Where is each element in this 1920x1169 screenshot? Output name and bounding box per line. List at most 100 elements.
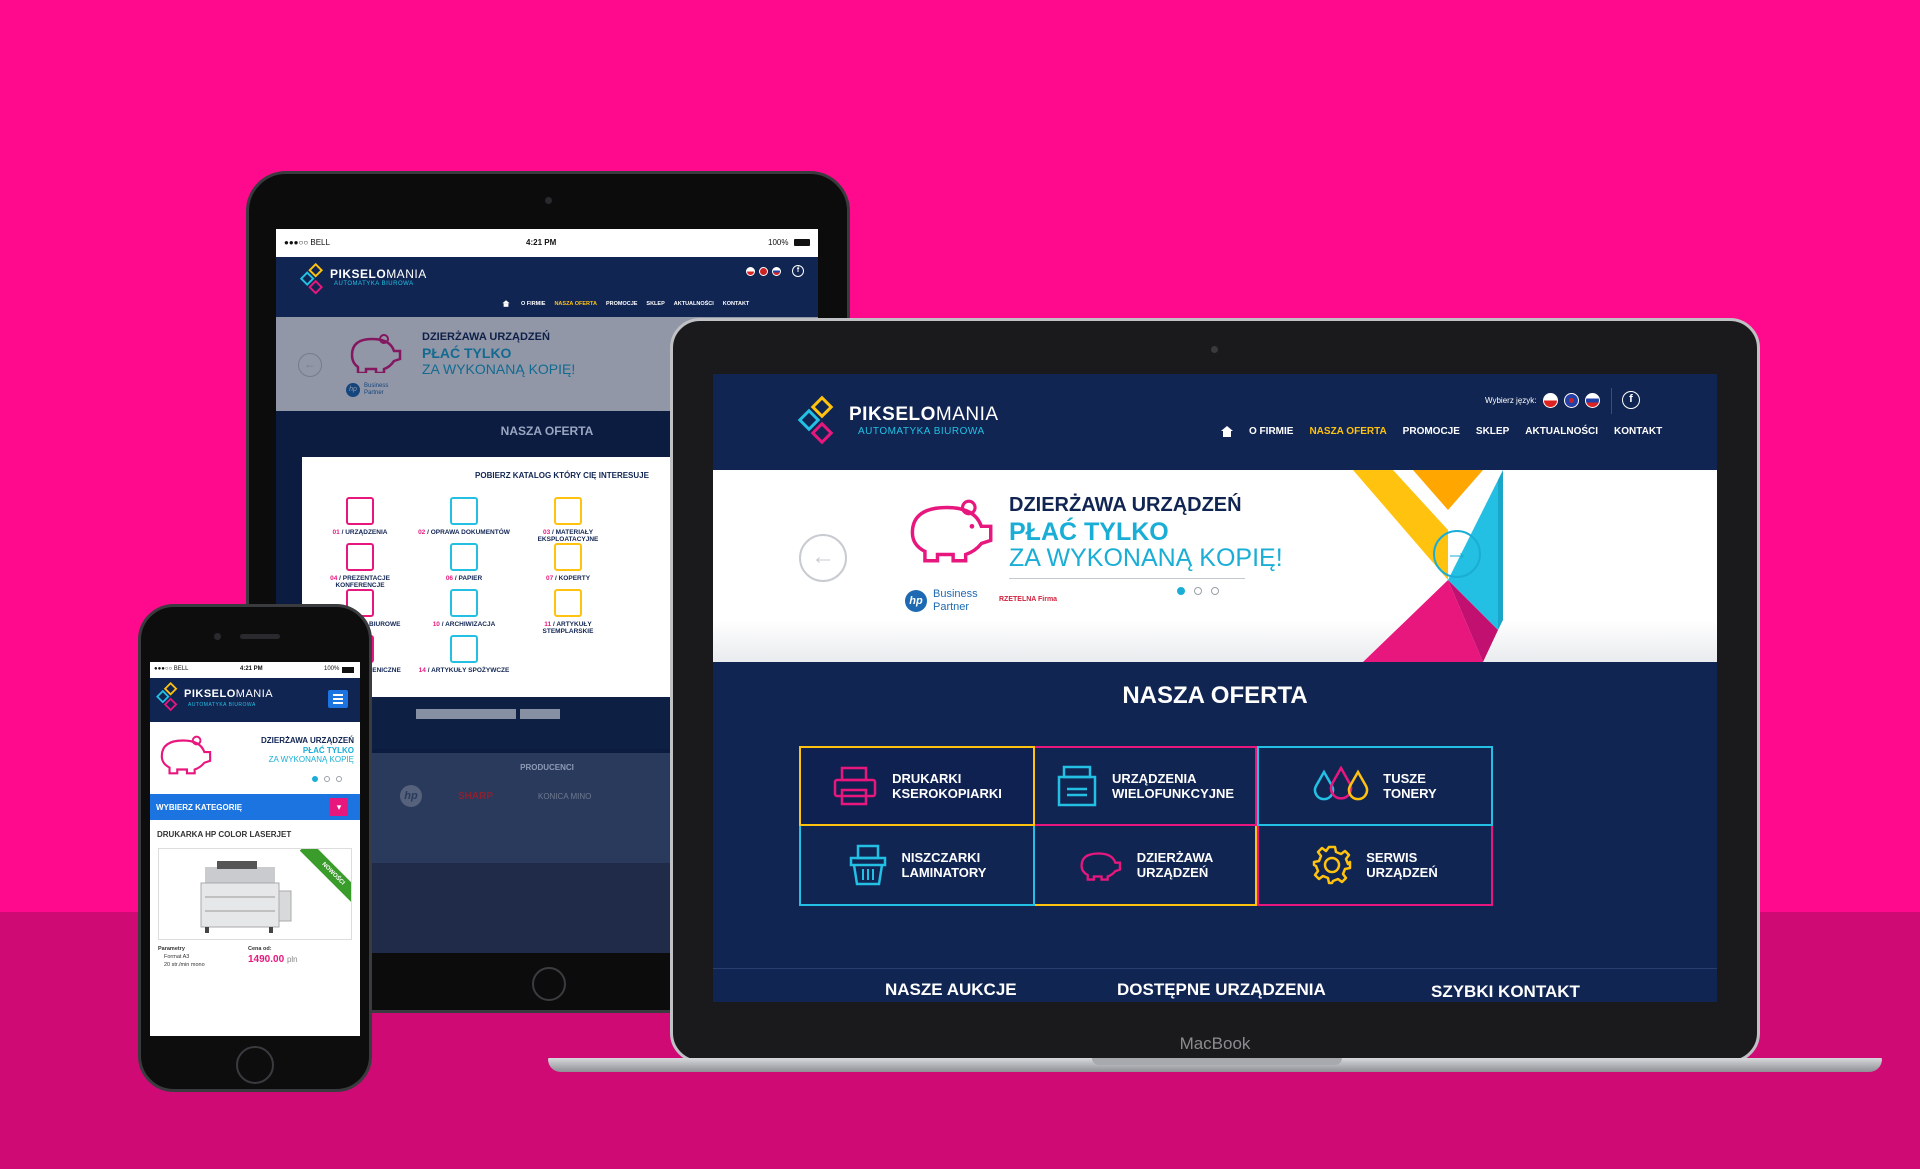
tile-dzierzawa-l2: URZĄDZEŃ [1136,865,1209,880]
tile-serwis[interactable]: SERWIS URZĄDZEŃ [1257,826,1493,906]
flag-ru-icon[interactable] [1585,393,1600,408]
facebook-icon[interactable]: f [792,265,804,277]
tablet-nav-promocje[interactable]: PROMOCJE [606,301,637,307]
slider-dot-1[interactable] [1177,587,1185,595]
phone-hero: DZIERŻAWA URZĄDZEŃ PŁAĆ TYLKO ZA WYKONAN… [150,722,360,794]
site-header: PIKSELOMANIA AUTOMATYKA BIUROWA Wybierz … [713,374,1717,470]
nav-o-firmie[interactable]: O FIRMIE [1249,426,1293,437]
offer-title: NASZA OFERTA [1122,682,1308,709]
phone-new-badge: NOWOŚCI [299,849,351,908]
flag-en-icon[interactable] [1564,393,1579,408]
slider-dot-2[interactable] [1194,587,1202,595]
phone-screen: ●●●○○ BELL 4:21 PM 100% PIKSELOMANIA AUT… [150,662,360,1036]
phone-battery-icon [342,667,354,673]
tablet-nav-sklep[interactable]: SKLEP [646,301,664,307]
flag-ru-icon[interactable] [772,267,781,276]
phone-hero-title: DZIERŻAWA URZĄDZEŃ [260,736,354,745]
phone-currency: pln [286,955,298,964]
phone-price-value: 1490.00 pln [248,954,298,965]
tile-tusze-l2: TONERY [1383,786,1437,801]
catalog-item[interactable]: 10 / ARCHIWIZACJA [416,589,512,628]
gear-icon [1313,845,1352,885]
nav-promocje[interactable]: PROMOCJE [1403,426,1460,437]
language-label: Wybierz język: [1485,396,1537,405]
slider-prev-arrow-icon[interactable]: ← [799,534,847,582]
phone-slider-dot-2[interactable] [324,776,330,782]
slider-next-arrow-icon[interactable]: → [1433,530,1481,578]
chevron-down-icon[interactable]: ▾ [330,798,348,816]
hp-partner-line-a: Business [933,588,978,600]
flag-pl-icon[interactable] [1543,393,1558,408]
brand-name-bold: PIKSELO [849,404,936,425]
tile-serwis-l2: URZĄDZEŃ [1366,865,1438,880]
tablet-nav-nasza-oferta[interactable]: NASZA OFERTA [554,301,596,307]
catalog-item[interactable]: 11 / ARTYKUŁY STEMPLARSKIE [520,589,616,635]
phone-hero-line1: PŁAĆ TYLKO [302,746,354,755]
hero-divider [1009,578,1245,579]
tile-drukarki[interactable]: DRUKARKI KSEROKOPIARKI [799,746,1035,826]
tablet-newsletter-input[interactable] [416,709,516,719]
phone-params-label: Parametry [158,946,185,952]
phone-category-select[interactable]: WYBIERZ KATEGORIĘ ▾ [150,794,360,820]
home-icon[interactable] [502,300,510,307]
producer-logo-hp: hp [400,785,422,807]
catalog-item[interactable]: 07 / KOPERTY [520,543,616,582]
catalog-item-label: 04 / PREZENTACJE KONFERENCJE [330,575,390,589]
tile-urzadzenia-l1: URZĄDZENIA [1111,771,1197,786]
tablet-nav-kontakt[interactable]: KONTAKT [723,301,749,307]
catalog-item[interactable]: 03 / MATERIAŁY EKSPLOATACYJNE [520,497,616,543]
tile-tusze[interactable]: TUSZE TONERY [1257,746,1493,826]
nav-kontakt[interactable]: KONTAKT [1614,426,1662,437]
catalog-item-label: 07 / KOPERTY [545,575,591,582]
slider-dot-3[interactable] [1211,587,1219,595]
tile-urzadzenia[interactable]: URZĄDZENIA WIELOFUNKCYJNE [1035,746,1257,826]
phone-param-2: 20 str./min mono [164,962,205,968]
catalog-item-icon [450,543,478,571]
catalog-item[interactable]: 01 / URZĄDZENIA [312,497,408,536]
tile-niszczarki-l2: LAMINATORY [901,865,987,880]
battery-icon [794,239,810,246]
printer-icon [833,766,877,806]
home-icon[interactable] [1221,426,1233,437]
catalog-item[interactable]: 14 / ARTYKUŁY SPOŻYWCZE [416,635,512,674]
copier-image [200,861,292,933]
tablet-newsletter-button[interactable] [520,709,560,719]
catalog-item[interactable]: 04 / PREZENTACJE KONFERENCJE [312,543,408,589]
phone-site-header: PIKSELOMANIA AUTOMATYKA BIUROWA [150,678,360,722]
nav-nasza-oferta[interactable]: NASZA OFERTA [1309,426,1386,437]
hamburger-menu-icon[interactable] [328,690,348,708]
hp-partner-line-b: Partner [933,601,970,613]
phone-slider-dot-1[interactable] [312,776,318,782]
hero-title: DZIERŻAWA URZĄDZEŃ [1009,494,1242,516]
phone-slider-dot-3[interactable] [336,776,342,782]
phone-brand-name-light: MANIA [235,688,274,700]
facebook-icon[interactable]: f [1622,391,1640,409]
tablet-nav-o-firmie[interactable]: O FIRMIE [521,301,545,307]
catalog-item[interactable]: 06 / PAPIER [416,543,512,582]
catalog-item-icon [346,543,374,571]
laptop-screen: PIKSELOMANIA AUTOMATYKA BIUROWA Wybierz … [713,374,1717,1002]
laptop-brand-label: MacBook [1179,1034,1251,1053]
section-divider [713,968,1717,969]
nav-aktualnosci[interactable]: AKTUALNOŚCI [1525,426,1598,437]
logo-icon [299,262,329,295]
heading-dostepne-urzadzenia: DOSTĘPNE URZĄDZENIA [1117,980,1326,999]
phone-status-bar: ●●●○○ BELL 4:21 PM 100% [150,662,360,678]
catalog-item-icon [450,497,478,525]
nav-sklep[interactable]: SKLEP [1476,426,1509,437]
piggy-bank-icon [1080,852,1121,881]
phone-home-button[interactable] [236,1046,274,1084]
tablet-home-button[interactable] [532,967,566,1001]
phone-param-1: Format A3 [164,954,190,960]
flag-en-icon[interactable] [759,267,768,276]
phone-product-card[interactable]: NOWOŚCI [158,848,352,940]
tile-dzierzawa[interactable]: DZIERŻAWA URZĄDZEŃ [1035,826,1257,906]
laptop-base-notch [1092,1058,1342,1065]
flag-pl-icon[interactable] [746,267,755,276]
tablet-brand-tagline: AUTOMATYKA BIUROWA [334,281,414,287]
hero-banner: ← DZIERŻAWA URZĄDZEŃ PŁAĆ TYLKO ZA WYKON… [713,470,1717,662]
catalog-item-label: 10 / ARCHIWIZACJA [432,621,496,628]
tablet-nav-aktualnosci[interactable]: AKTUALNOŚCI [674,301,714,307]
tile-niszczarki[interactable]: NISZCZARKI LAMINATORY [799,826,1035,906]
catalog-item[interactable]: 02 / OPRAWA DOKUMENTÓW [416,497,512,536]
